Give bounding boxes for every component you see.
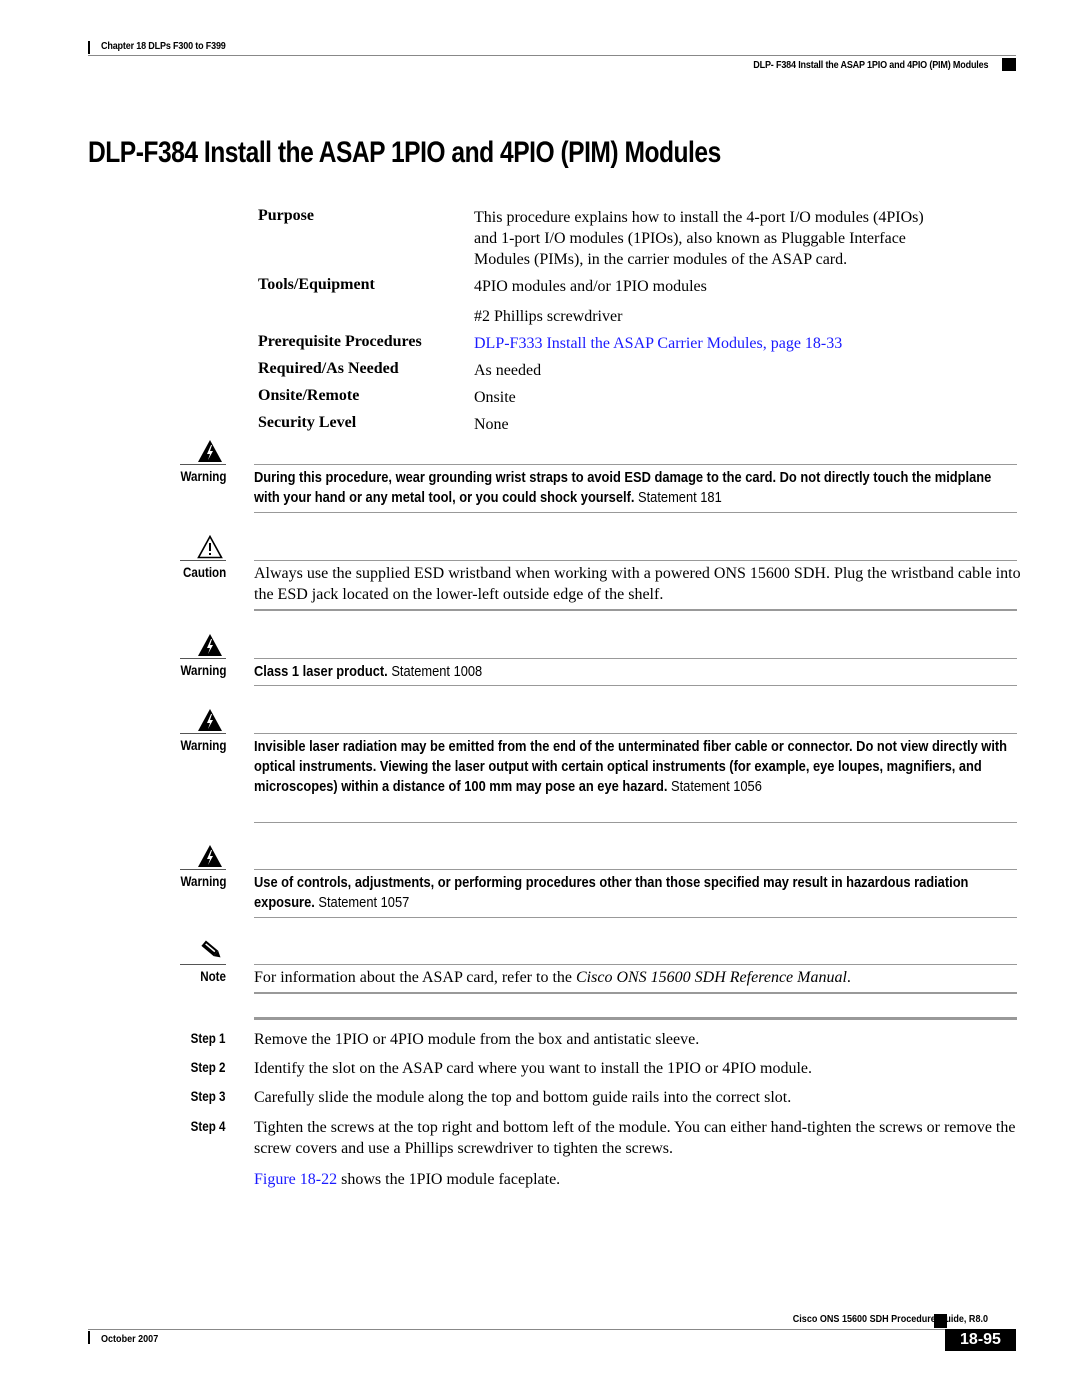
warning-statement: Statement 1057	[314, 894, 410, 911]
step-label: Step 4	[191, 1119, 226, 1134]
prereq-label: Prerequisite Procedures	[258, 333, 422, 350]
figure-link[interactable]: Figure 18-22	[254, 1171, 337, 1188]
pencil-note-icon	[201, 940, 221, 958]
note-text: For information about the ASAP card, ref…	[254, 967, 1024, 988]
figure-reference: Figure 18-22 shows the 1PIO module facep…	[254, 1169, 1024, 1190]
admonition-bottom-rule	[254, 992, 1017, 994]
admonition-top-rule	[254, 869, 1017, 870]
warning-label: Warning	[179, 469, 226, 484]
header-section-title: DLP- F384 Install the ASAP 1PIO and 4PIO…	[752, 59, 988, 71]
step-label: Step 2	[191, 1060, 226, 1075]
step-label: Step 3	[191, 1089, 226, 1104]
header-chapter: Chapter 18 DLPs F300 to F399	[101, 40, 226, 52]
steps-top-rule	[254, 1017, 1017, 1020]
onsite-value: Onsite	[474, 389, 516, 406]
admonition-bottom-rule	[254, 609, 1017, 611]
note-text-end: .	[846, 969, 851, 986]
icon-underline	[180, 964, 226, 965]
footer-marker-bar	[88, 1331, 90, 1344]
warning-statement: Statement 181	[634, 489, 722, 506]
warning-statement: Statement 1008	[387, 663, 483, 680]
security-value: None	[474, 416, 509, 433]
admonition-bottom-rule	[254, 917, 1017, 918]
onsite-label: Onsite/Remote	[258, 387, 360, 404]
step-text: Identify the slot on the ASAP card where…	[254, 1060, 812, 1077]
warning-label: Warning	[179, 874, 226, 889]
icon-underline	[180, 733, 226, 734]
admonition-top-rule	[254, 733, 1017, 734]
footer-marker-block	[934, 1314, 947, 1328]
warning-text: Invisible laser radiation may be emitted…	[254, 737, 1018, 797]
note-text-plain: For information about the ASAP card, ref…	[254, 969, 576, 986]
warning-text: During this procedure, wear grounding wr…	[254, 468, 1018, 508]
icon-underline	[180, 560, 226, 561]
tools-label: Tools/Equipment	[258, 276, 375, 293]
tools-value-2: #2 Phillips screwdriver	[474, 308, 623, 325]
warning-bold-text: Invisible laser radiation may be emitted…	[254, 738, 1008, 795]
figure-reference-text: shows the 1PIO module faceplate.	[337, 1171, 561, 1188]
caution-triangle-icon	[197, 535, 223, 559]
warning-text: Use of controls, adjustments, or perform…	[254, 873, 1018, 913]
step-label: Step 1	[191, 1031, 226, 1046]
header-marker-bar	[88, 41, 90, 54]
warning-label: Warning	[179, 738, 226, 753]
note-label: Note	[200, 969, 226, 984]
footer-date: October 2007	[101, 1333, 159, 1345]
admonition-bottom-rule	[254, 512, 1017, 513]
purpose-line-2: and 1-port I/O modules (1PIOs), also kno…	[474, 230, 906, 247]
purpose-line-3: Modules (PIMs), in the carrier modules o…	[474, 251, 848, 268]
step-text: Tighten the screws at the top right and …	[254, 1119, 1016, 1157]
required-label: Required/As Needed	[258, 360, 399, 377]
admonition-top-rule	[254, 464, 1017, 465]
note-manual-title: Cisco ONS 15600 SDH Reference Manual	[576, 969, 847, 986]
admonition-top-rule	[254, 560, 1017, 561]
warning-label: Warning	[179, 663, 226, 678]
tools-value-1: 4PIO modules and/or 1PIO modules	[474, 278, 707, 295]
icon-underline	[180, 464, 226, 465]
purpose-label: Purpose	[258, 207, 314, 224]
step-text: Carefully slide the module along the top…	[254, 1089, 792, 1106]
footer-rule	[88, 1329, 1016, 1330]
page-number: 18-95	[945, 1329, 1016, 1351]
step-text: Remove the 1PIO or 4PIO module from the …	[254, 1031, 700, 1048]
purpose-line-1: This procedure explains how to install t…	[474, 209, 924, 226]
page-title: DLP-F384 Install the ASAP 1PIO and 4PIO …	[88, 136, 721, 169]
warning-statement: Statement 1056	[667, 778, 762, 795]
warning-bold-text: During this procedure, wear grounding wr…	[254, 469, 992, 506]
caution-label: Caution	[182, 565, 226, 580]
warning-bold-text: Class 1 laser product.	[254, 663, 388, 680]
admonition-top-rule	[254, 658, 1017, 659]
caution-text: Always use the supplied ESD wristband wh…	[254, 565, 1021, 603]
warning-triangle-bolt-icon	[198, 440, 222, 462]
warning-text: Class 1 laser product. Statement 1008	[254, 662, 1018, 682]
warning-triangle-bolt-icon	[198, 709, 222, 731]
admonition-bottom-rule	[254, 822, 1017, 823]
admonition-top-rule	[254, 964, 1017, 965]
header-rule	[88, 55, 1016, 56]
icon-underline	[180, 658, 226, 659]
warning-triangle-bolt-icon	[198, 845, 222, 867]
warning-triangle-bolt-icon	[198, 634, 222, 656]
security-label: Security Level	[258, 414, 357, 431]
header-marker-block	[1002, 58, 1016, 71]
prereq-link[interactable]: DLP-F333 Install the ASAP Carrier Module…	[474, 333, 842, 354]
required-value: As needed	[474, 362, 542, 379]
footer-guide-title: Cisco ONS 15600 SDH Procedure Guide, R8.…	[792, 1313, 988, 1325]
admonition-bottom-rule	[254, 685, 1017, 686]
icon-underline	[180, 869, 226, 870]
